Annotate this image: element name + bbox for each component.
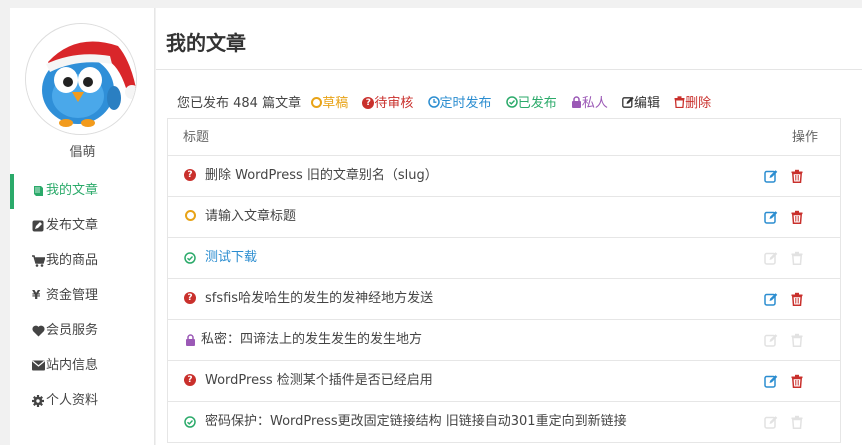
row-actions (764, 333, 804, 347)
table-row: ? sfsfis哈发哈生的发生的发神经地方发送 (168, 279, 840, 320)
book-icon (32, 174, 46, 207)
status-filter-bar: 您已发布 484 篇文章 草稿 ? 待审核 定时发布 已发布 私人 编辑 删除 (177, 92, 721, 111)
legend-edit: 编辑 (622, 96, 660, 111)
edit-icon (764, 416, 778, 429)
article-title: 请输入文章标题 (205, 209, 297, 224)
filter-private[interactable]: 私人 (571, 96, 608, 111)
trash-icon[interactable] (790, 374, 804, 388)
edit-icon[interactable] (764, 210, 778, 224)
filter-private-label: 私人 (581, 96, 608, 111)
gear-icon (32, 384, 46, 417)
nav-item-label: 资金管理 (46, 288, 99, 303)
sidebar: 倡萌 我的文章 发布文章 我的商品 ¥ 资金管理 会员服务 站内信息 个人资料 (10, 8, 155, 445)
clock-icon (427, 96, 440, 108)
nav-item-label: 站内信息 (46, 358, 99, 373)
cart-icon (32, 244, 46, 277)
table-row: ? WordPress 检测某个插件是否已经启用 (168, 361, 840, 402)
article-title: 私密：四谛法上的发生发生的发生地方 (201, 332, 423, 347)
edit-icon[interactable] (764, 374, 778, 388)
avatar[interactable] (25, 23, 137, 135)
edit-icon[interactable] (764, 292, 778, 306)
pencil-square-icon (32, 209, 46, 242)
lock-icon (571, 96, 581, 108)
filter-pending-label: 待审核 (374, 96, 414, 111)
article-title: WordPress 检测某个插件是否已经启用 (205, 373, 433, 388)
trash-icon (674, 96, 685, 109)
nav-item-profile[interactable]: 个人资料 (10, 384, 155, 419)
page-title: 我的文章 (166, 31, 246, 55)
trash-icon (791, 333, 803, 347)
article-count-text: 您已发布 484 篇文章 (177, 96, 302, 111)
column-header-actions: 操作 (791, 130, 818, 145)
edit-icon (764, 252, 778, 265)
filter-pending[interactable]: ? 待审核 (362, 96, 413, 111)
legend-delete-label: 删除 (685, 96, 712, 111)
filter-draft[interactable]: 草稿 (311, 96, 348, 111)
edit-icon (622, 96, 634, 108)
divider (156, 69, 862, 70)
table-row: 密码保护：WordPress更改固定链接结构 旧链接自动301重定向到新链接 (168, 402, 840, 443)
trash-icon (791, 251, 803, 265)
nav-item-funds[interactable]: ¥ 资金管理 (10, 279, 155, 314)
trash-icon (791, 415, 803, 429)
question-circle-icon: ? (362, 96, 375, 109)
edit-icon[interactable] (764, 169, 778, 183)
row-actions (764, 251, 804, 265)
nav-item-label: 我的文章 (46, 183, 99, 198)
filter-scheduled[interactable]: 定时发布 (427, 96, 492, 111)
user-nav: 我的文章 发布文章 我的商品 ¥ 资金管理 会员服务 站内信息 个人资料 (10, 174, 155, 419)
filter-published[interactable]: 已发布 (505, 96, 557, 111)
table-row: 测试下载 (168, 238, 840, 279)
username: 倡萌 (69, 145, 96, 160)
table-row: 请输入文章标题 (168, 197, 840, 238)
row-actions (764, 374, 804, 388)
row-actions (764, 292, 804, 306)
table-row: ? 删除 WordPress 旧的文章别名（slug） (168, 156, 840, 197)
nav-item-membership[interactable]: 会员服务 (10, 314, 155, 349)
filter-draft-label: 草稿 (322, 96, 349, 111)
nav-item-publish-article[interactable]: 发布文章 (10, 209, 155, 244)
row-actions (764, 415, 804, 429)
check-circle-icon (505, 96, 518, 108)
yen-icon: ¥ (32, 288, 41, 302)
status-published-icon (183, 238, 197, 278)
column-header-title: 标题 (183, 130, 210, 145)
avatar-bird-image (26, 24, 136, 134)
table-row: 私密：四谛法上的发生发生的发生地方 (168, 320, 840, 361)
row-actions (764, 169, 804, 183)
legend-delete: 删除 (674, 96, 711, 111)
nav-item-my-products[interactable]: 我的商品 (10, 244, 155, 279)
heart-icon (32, 314, 46, 347)
nav-item-label: 会员服务 (46, 323, 99, 338)
edit-icon (764, 334, 778, 347)
trash-icon[interactable] (790, 210, 804, 224)
legend-edit-label: 编辑 (634, 96, 661, 111)
status-pending-icon: ? (183, 361, 197, 401)
status-pending-icon: ? (183, 279, 197, 319)
articles-table: 标题 操作 ? 删除 WordPress 旧的文章别名（slug） 请输入文章标… (167, 118, 841, 443)
filter-published-label: 已发布 (517, 96, 557, 111)
envelope-icon (32, 349, 46, 382)
main-content: 我的文章 您已发布 484 篇文章 草稿 ? 待审核 定时发布 已发布 私人 编辑… (156, 8, 862, 445)
nav-item-label: 我的商品 (46, 253, 99, 268)
trash-icon[interactable] (790, 292, 804, 306)
nav-item-messages[interactable]: 站内信息 (10, 349, 155, 384)
nav-item-my-articles[interactable]: 我的文章 (10, 174, 155, 209)
article-title: 密码保护：WordPress更改固定链接结构 旧链接自动301重定向到新链接 (205, 414, 627, 429)
article-title-link[interactable]: 测试下载 (205, 238, 257, 278)
status-draft-icon (183, 197, 197, 237)
status-private-icon (183, 320, 197, 360)
row-actions (764, 210, 804, 224)
article-title: 删除 WordPress 旧的文章别名（slug） (205, 168, 438, 183)
article-title: sfsfis哈发哈生的发生的发神经地方发送 (205, 291, 434, 306)
status-published-icon (183, 402, 197, 442)
table-header: 标题 操作 (168, 119, 840, 156)
circle-outline-icon (311, 97, 323, 108)
filter-scheduled-label: 定时发布 (439, 96, 492, 111)
nav-item-label: 个人资料 (46, 393, 99, 408)
status-pending-icon: ? (183, 156, 197, 196)
nav-item-label: 发布文章 (46, 218, 99, 233)
trash-icon[interactable] (790, 169, 804, 183)
